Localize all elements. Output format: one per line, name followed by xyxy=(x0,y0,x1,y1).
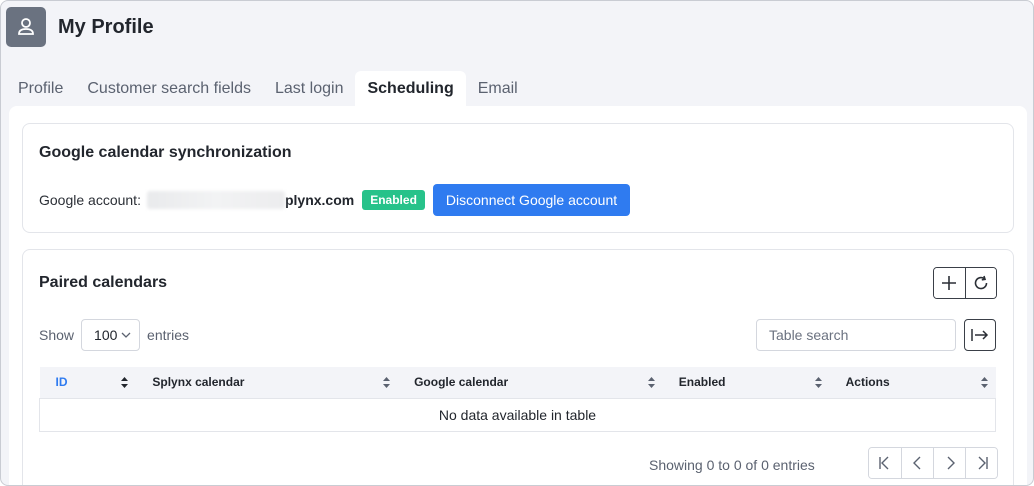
previous-page-button[interactable] xyxy=(901,448,933,478)
last-page-button[interactable] xyxy=(965,448,997,478)
app-window: My Profile Profile Customer search field… xyxy=(0,0,1034,486)
sort-icon xyxy=(121,377,129,388)
pagination xyxy=(868,447,998,479)
sort-icon xyxy=(383,377,391,388)
paired-calendars-title: Paired calendars xyxy=(39,274,168,291)
sync-card-title: Google calendar synchronization xyxy=(39,144,292,161)
tab-last-login[interactable]: Last login xyxy=(263,71,356,106)
add-calendar-button[interactable] xyxy=(934,268,965,298)
table-header-row: ID Splynx calendar Google calendar Enabl… xyxy=(39,367,996,399)
refresh-icon xyxy=(974,275,988,290)
paired-calendars-card: Paired calendars Show 100 entries Table … xyxy=(22,249,1014,485)
refresh-button[interactable] xyxy=(964,268,996,298)
tab-profile[interactable]: Profile xyxy=(6,71,75,106)
sort-icon xyxy=(814,377,822,388)
redacted-email-mask xyxy=(146,191,285,209)
content-panel: Google calendar synchronization Google a… xyxy=(9,106,1027,485)
first-page-button[interactable] xyxy=(869,448,901,478)
chevron-left-icon xyxy=(912,456,920,470)
export-button[interactable] xyxy=(964,319,996,351)
table-search-box xyxy=(756,319,956,351)
column-header-splynx-calendar[interactable]: Splynx calendar xyxy=(136,367,399,399)
tab-scheduling[interactable]: Scheduling xyxy=(355,71,466,106)
status-badge: Enabled xyxy=(362,190,425,210)
show-label: Show xyxy=(39,327,75,343)
column-header-id[interactable]: ID xyxy=(39,367,137,399)
table-row: No data available in table xyxy=(39,398,996,432)
tab-customer-search-fields[interactable]: Customer search fields xyxy=(75,71,263,106)
entries-length-control: Show 100 entries xyxy=(39,319,189,351)
page-header: My Profile xyxy=(6,7,154,47)
calendar-action-buttons xyxy=(933,267,997,299)
next-page-button[interactable] xyxy=(933,448,965,478)
table-search-input[interactable] xyxy=(769,327,950,343)
entries-select-value: 100 xyxy=(94,327,118,343)
google-sync-card: Google calendar synchronization Google a… xyxy=(22,123,1014,233)
empty-table-message: No data available in table xyxy=(39,398,996,432)
google-account-email: plynx.com xyxy=(146,191,355,209)
entries-select[interactable]: 100 xyxy=(81,319,141,351)
google-account-email-domain: plynx.com xyxy=(284,192,355,208)
plus-icon xyxy=(942,276,957,290)
paired-calendars-table: ID Splynx calendar Google calendar Enabl… xyxy=(39,367,996,432)
sort-icon xyxy=(980,377,988,388)
column-header-google-calendar[interactable]: Google calendar xyxy=(398,367,663,399)
sort-icon xyxy=(647,377,655,388)
tab-email[interactable]: Email xyxy=(466,71,530,106)
google-account-row: Google account: plynx.com Enabled Discon… xyxy=(39,184,631,216)
export-icon xyxy=(971,329,989,341)
user-icon xyxy=(6,7,46,47)
google-account-label: Google account: xyxy=(39,192,141,208)
column-header-actions[interactable]: Actions xyxy=(829,367,996,399)
disconnect-google-account-button[interactable]: Disconnect Google account xyxy=(432,184,631,216)
column-header-enabled[interactable]: Enabled xyxy=(662,367,830,399)
page-title: My Profile xyxy=(58,15,154,38)
entries-label: entries xyxy=(147,327,190,343)
first-page-icon xyxy=(879,456,889,470)
chevron-right-icon xyxy=(947,456,955,470)
last-page-icon xyxy=(978,456,988,470)
tab-bar: Profile Customer search fields Last logi… xyxy=(6,71,530,106)
table-info: Showing 0 to 0 of 0 entries xyxy=(649,457,815,473)
chevron-down-icon xyxy=(121,332,131,338)
